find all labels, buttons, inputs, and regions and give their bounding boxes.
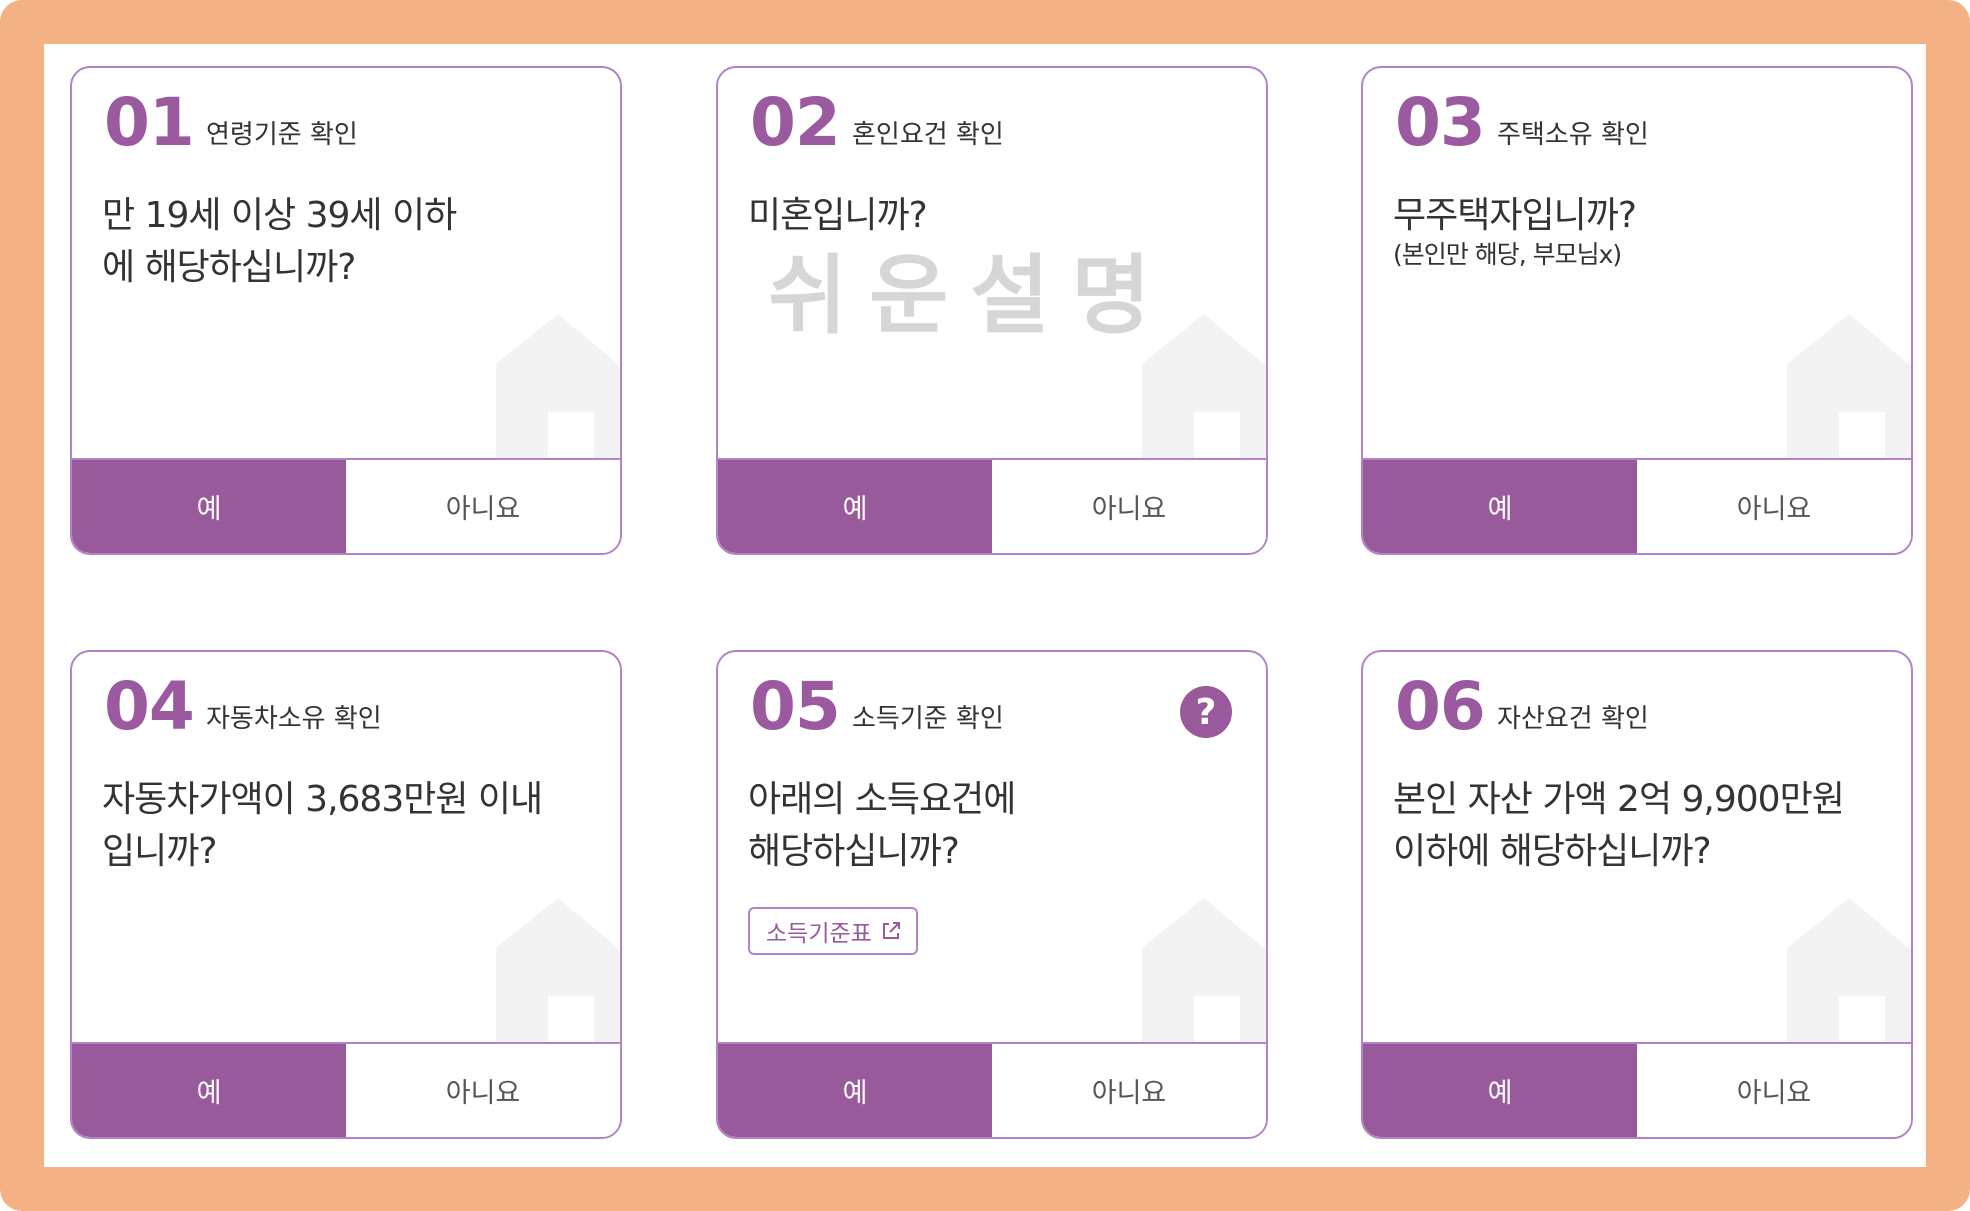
card-question: 자동차가액이 3,683만원 이내 입니까? xyxy=(102,779,543,872)
card-number: 04 xyxy=(104,668,195,745)
card-question: 아래의 소득요건에 해당하십니까? xyxy=(748,779,1016,872)
card-income: 05 소득기준 확인 ? 아래의 소득요건에 해당하십니까? 소득기준표 예 아… xyxy=(716,650,1268,1139)
card-category: 자동차소유 확인 xyxy=(206,704,382,734)
income-table-link[interactable]: 소득기준표 xyxy=(748,907,918,955)
yes-button[interactable]: 예 xyxy=(718,1044,992,1137)
card-age: 01 연령기준 확인 만 19세 이상 39세 이하에 해당하십니까? 예 아니… xyxy=(70,66,622,555)
no-button[interactable]: 아니요 xyxy=(1637,1044,1911,1137)
answer-buttons: 예 아니요 xyxy=(1363,458,1911,553)
card-category: 주택소유 확인 xyxy=(1497,120,1649,150)
house-icon xyxy=(1142,898,1266,1044)
outer-frame: 01 연령기준 확인 만 19세 이상 39세 이하에 해당하십니까? 예 아니… xyxy=(0,0,1970,1211)
card-assets: 06 자산요건 확인 본인 자산 가액 2억 9,900만원 이하에 해당하십니… xyxy=(1361,650,1913,1139)
answer-buttons: 예 아니요 xyxy=(72,458,620,553)
no-button[interactable]: 아니요 xyxy=(346,1044,620,1137)
yes-button[interactable]: 예 xyxy=(72,460,346,553)
no-button[interactable]: 아니요 xyxy=(992,460,1266,553)
answer-buttons: 예 아니요 xyxy=(1363,1042,1911,1137)
card-number: 01 xyxy=(104,84,195,161)
card-category: 혼인요건 확인 xyxy=(852,120,1004,150)
card-category: 연령기준 확인 xyxy=(206,120,358,150)
answer-buttons: 예 아니요 xyxy=(718,1042,1266,1137)
card-marriage: 02 혼인요건 확인 미혼입니까? 쉬운설명 예 아니요 xyxy=(716,66,1268,555)
house-icon xyxy=(496,898,620,1044)
card-question: 본인 자산 가액 2억 9,900만원 이하에 해당하십니까? xyxy=(1393,779,1845,872)
watermark-text: 쉬운설명 xyxy=(768,246,1173,346)
card-question: 만 19세 이상 39세 이하에 해당하십니까? xyxy=(102,195,457,288)
house-icon xyxy=(1787,314,1911,460)
no-button[interactable]: 아니요 xyxy=(992,1044,1266,1137)
card-note: (본인만 해당, 부모님x) xyxy=(1393,240,1622,269)
yes-button[interactable]: 예 xyxy=(1363,460,1637,553)
house-icon xyxy=(1787,898,1911,1044)
card-question: 미혼입니까? xyxy=(748,195,928,236)
card-number: 06 xyxy=(1395,668,1486,745)
card-vehicle: 04 자동차소유 확인 자동차가액이 3,683만원 이내 입니까? 예 아니요 xyxy=(70,650,622,1139)
card-category: 소득기준 확인 xyxy=(852,704,1004,734)
card-number: 02 xyxy=(750,84,841,161)
link-label: 소득기준표 xyxy=(766,921,872,947)
no-button[interactable]: 아니요 xyxy=(1637,460,1911,553)
answer-buttons: 예 아니요 xyxy=(718,458,1266,553)
yes-button[interactable]: 예 xyxy=(718,460,992,553)
external-link-icon xyxy=(882,922,900,939)
house-icon xyxy=(496,314,620,460)
card-number: 03 xyxy=(1395,84,1486,161)
question-circle-icon[interactable]: ? xyxy=(1180,686,1232,738)
card-number: 05 xyxy=(750,668,841,745)
yes-button[interactable]: 예 xyxy=(1363,1044,1637,1137)
answer-buttons: 예 아니요 xyxy=(72,1042,620,1137)
card-category: 자산요건 확인 xyxy=(1497,704,1649,734)
no-button[interactable]: 아니요 xyxy=(346,460,620,553)
card-housing: 03 주택소유 확인 무주택자입니까? (본인만 해당, 부모님x) 예 아니요 xyxy=(1361,66,1913,555)
card-question: 무주택자입니까? xyxy=(1393,195,1637,236)
yes-button[interactable]: 예 xyxy=(72,1044,346,1137)
